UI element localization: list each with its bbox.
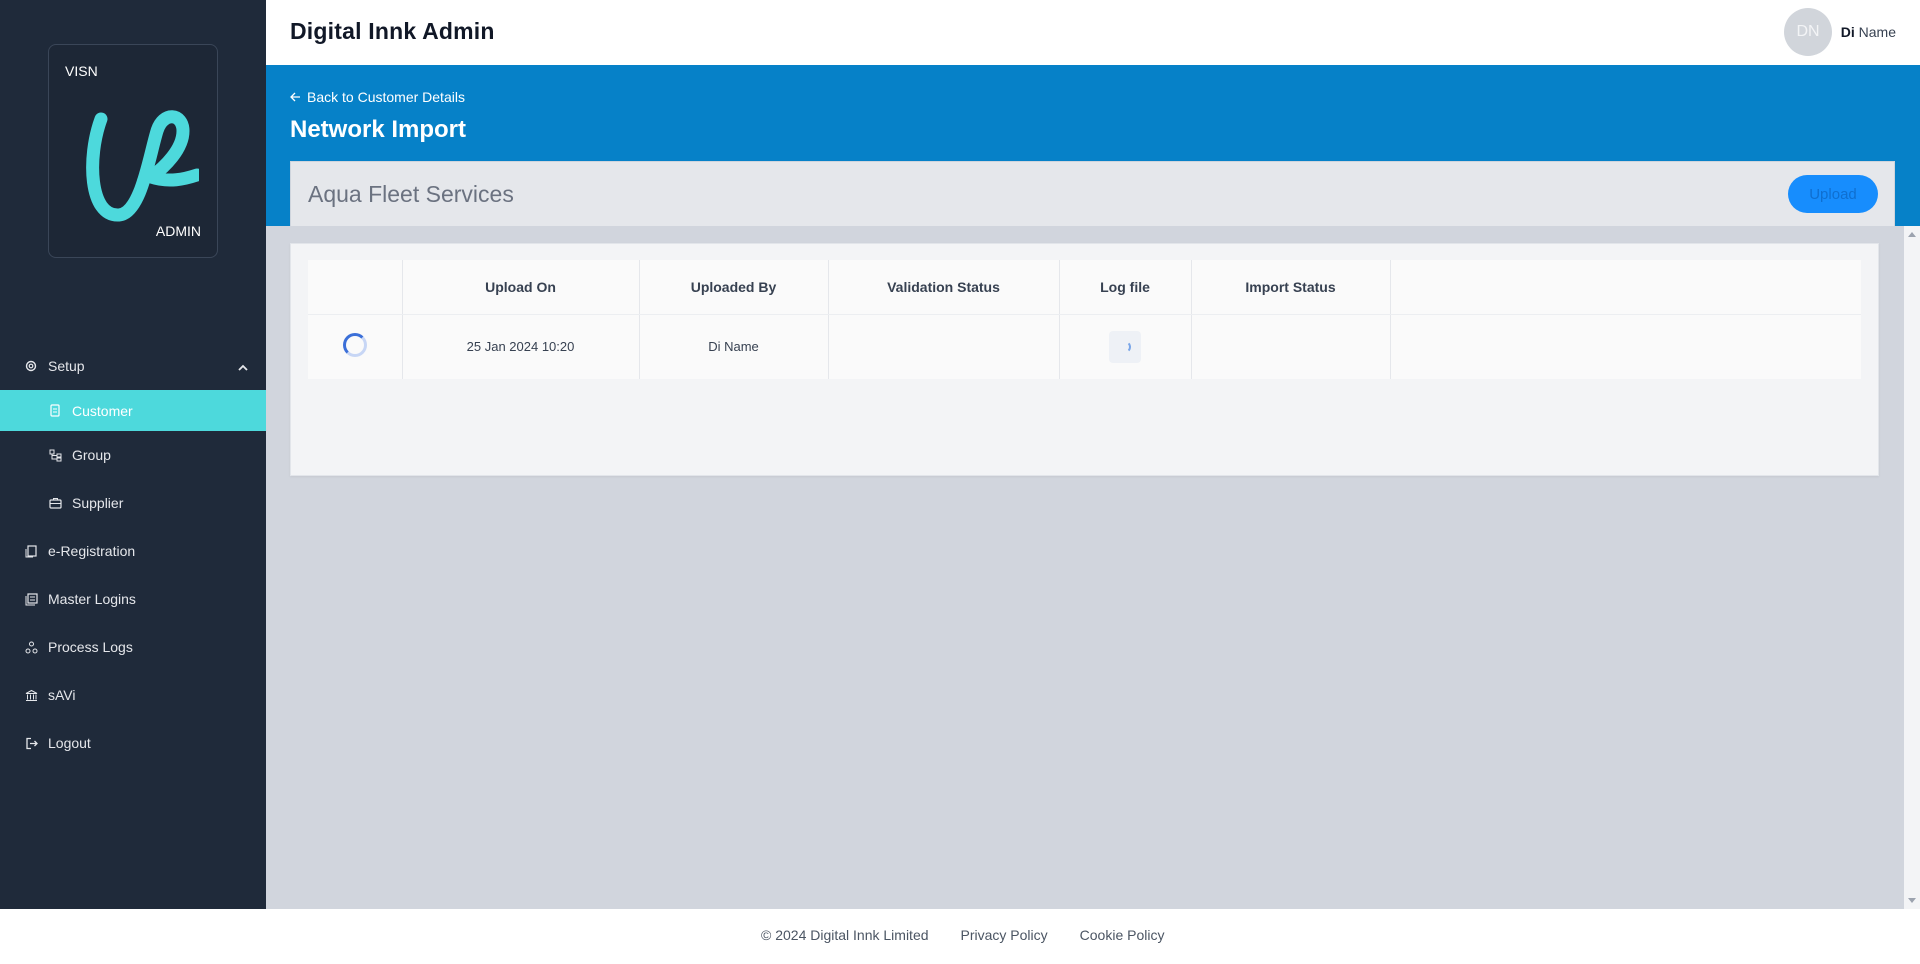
footer: © 2024 Digital Innk Limited Privacy Poli…	[0, 909, 1920, 964]
uploads-table: Upload On Uploaded By Validation Status …	[308, 260, 1861, 379]
sidebar-item-process-logs[interactable]: Process Logs	[0, 623, 266, 671]
sidebar-item-label: Master Logins	[48, 591, 136, 607]
app-logo[interactable]: VISN ADMIN	[48, 44, 218, 258]
page-title: Network Import	[290, 116, 467, 143]
sidebar-item-setup[interactable]: Setup	[0, 342, 266, 390]
row-status-cell	[308, 314, 403, 379]
document-icon	[48, 404, 62, 418]
back-link-label: Back to Customer Details	[307, 89, 465, 105]
logo-top-text: VISN	[65, 63, 98, 79]
gear-icon	[24, 359, 38, 373]
sidebar-item-label: Customer	[72, 402, 133, 419]
sidebar-item-label: Process Logs	[48, 639, 133, 655]
uploaded-by-cell: Di Name	[639, 314, 829, 379]
user-name[interactable]: Di Name	[1841, 24, 1896, 40]
registration-icon	[24, 544, 38, 558]
back-to-customer-details-link[interactable]: Back to Customer Details	[290, 89, 465, 105]
scroll-up-arrow-icon[interactable]	[1908, 232, 1916, 237]
sidebar-item-e-registration[interactable]: e-Registration	[0, 527, 266, 575]
user-last-name: Name	[1858, 24, 1896, 40]
sidebar: VISN ADMIN Setup Customer Group Supplier…	[0, 0, 266, 909]
sidebar-item-label: Setup	[48, 358, 85, 374]
sidebar-item-supplier[interactable]: Supplier	[0, 479, 266, 527]
actions-cell	[1390, 314, 1861, 379]
app-title: Digital Innk Admin	[290, 18, 495, 44]
column-header-import-status: Import Status	[1191, 260, 1391, 315]
sidebar-item-logout[interactable]: Logout	[0, 719, 266, 767]
sidebar-item-master-logins[interactable]: Master Logins	[0, 575, 266, 623]
log-file-loading-icon[interactable]	[1109, 330, 1141, 363]
sidebar-item-label: Group	[72, 447, 111, 463]
bank-icon	[24, 688, 38, 702]
uploads-table-card: Upload On Uploaded By Validation Status …	[290, 243, 1879, 476]
sidebar-item-label: sAVi	[48, 687, 76, 703]
validation-status-cell	[828, 314, 1060, 379]
privacy-policy-link[interactable]: Privacy Policy	[961, 927, 1048, 943]
top-header: Digital Innk Admin DN Di Name	[266, 0, 1920, 65]
column-header-validation-status: Validation Status	[828, 260, 1060, 315]
company-header-card: Aqua Fleet Services Upload	[290, 161, 1895, 227]
log-file-cell	[1059, 314, 1192, 379]
sidebar-nav: Setup Customer Group Supplier e-Registra…	[0, 342, 266, 767]
sidebar-item-label: Logout	[48, 735, 91, 751]
column-header-status-icon	[308, 260, 403, 315]
sidebar-item-savi[interactable]: sAVi	[0, 671, 266, 719]
briefcase-icon	[48, 496, 62, 510]
sidebar-item-label: Supplier	[72, 495, 124, 511]
logout-icon	[24, 736, 38, 750]
column-header-upload-on: Upload On	[402, 260, 640, 315]
user-first-name: Di	[1840, 24, 1855, 40]
hierarchy-icon	[48, 448, 62, 462]
upload-on-cell: 25 Jan 2024 10:20	[402, 314, 640, 379]
column-header-actions	[1390, 260, 1861, 315]
loading-spinner-icon	[342, 333, 367, 358]
chevron-up-icon[interactable]	[238, 359, 248, 375]
sidebar-item-customer[interactable]: Customer	[0, 390, 266, 431]
column-header-uploaded-by: Uploaded By	[639, 260, 829, 315]
logins-icon	[24, 592, 38, 606]
column-header-log-file: Log file	[1059, 260, 1192, 315]
cookie-policy-link[interactable]: Cookie Policy	[1080, 927, 1165, 943]
logo-bottom-text: ADMIN	[155, 223, 201, 239]
import-status-cell	[1191, 314, 1391, 379]
table-row: 25 Jan 2024 10:20 Di Name	[308, 314, 1861, 379]
scroll-down-arrow-icon[interactable]	[1908, 898, 1916, 903]
vertical-scrollbar[interactable]	[1904, 226, 1920, 909]
sidebar-item-group[interactable]: Group	[0, 431, 266, 479]
footer-copyright: © 2024 Digital Innk Limited	[761, 927, 929, 943]
arrow-left-icon	[290, 92, 300, 102]
sidebar-item-label: e-Registration	[48, 543, 136, 559]
avatar[interactable]: DN	[1784, 8, 1832, 56]
company-name: Aqua Fleet Services	[308, 181, 514, 207]
logo-v-icon	[86, 110, 199, 222]
table-header-row: Upload On Uploaded By Validation Status …	[308, 260, 1861, 315]
upload-button[interactable]: Upload	[1788, 175, 1878, 213]
process-icon	[24, 640, 38, 654]
